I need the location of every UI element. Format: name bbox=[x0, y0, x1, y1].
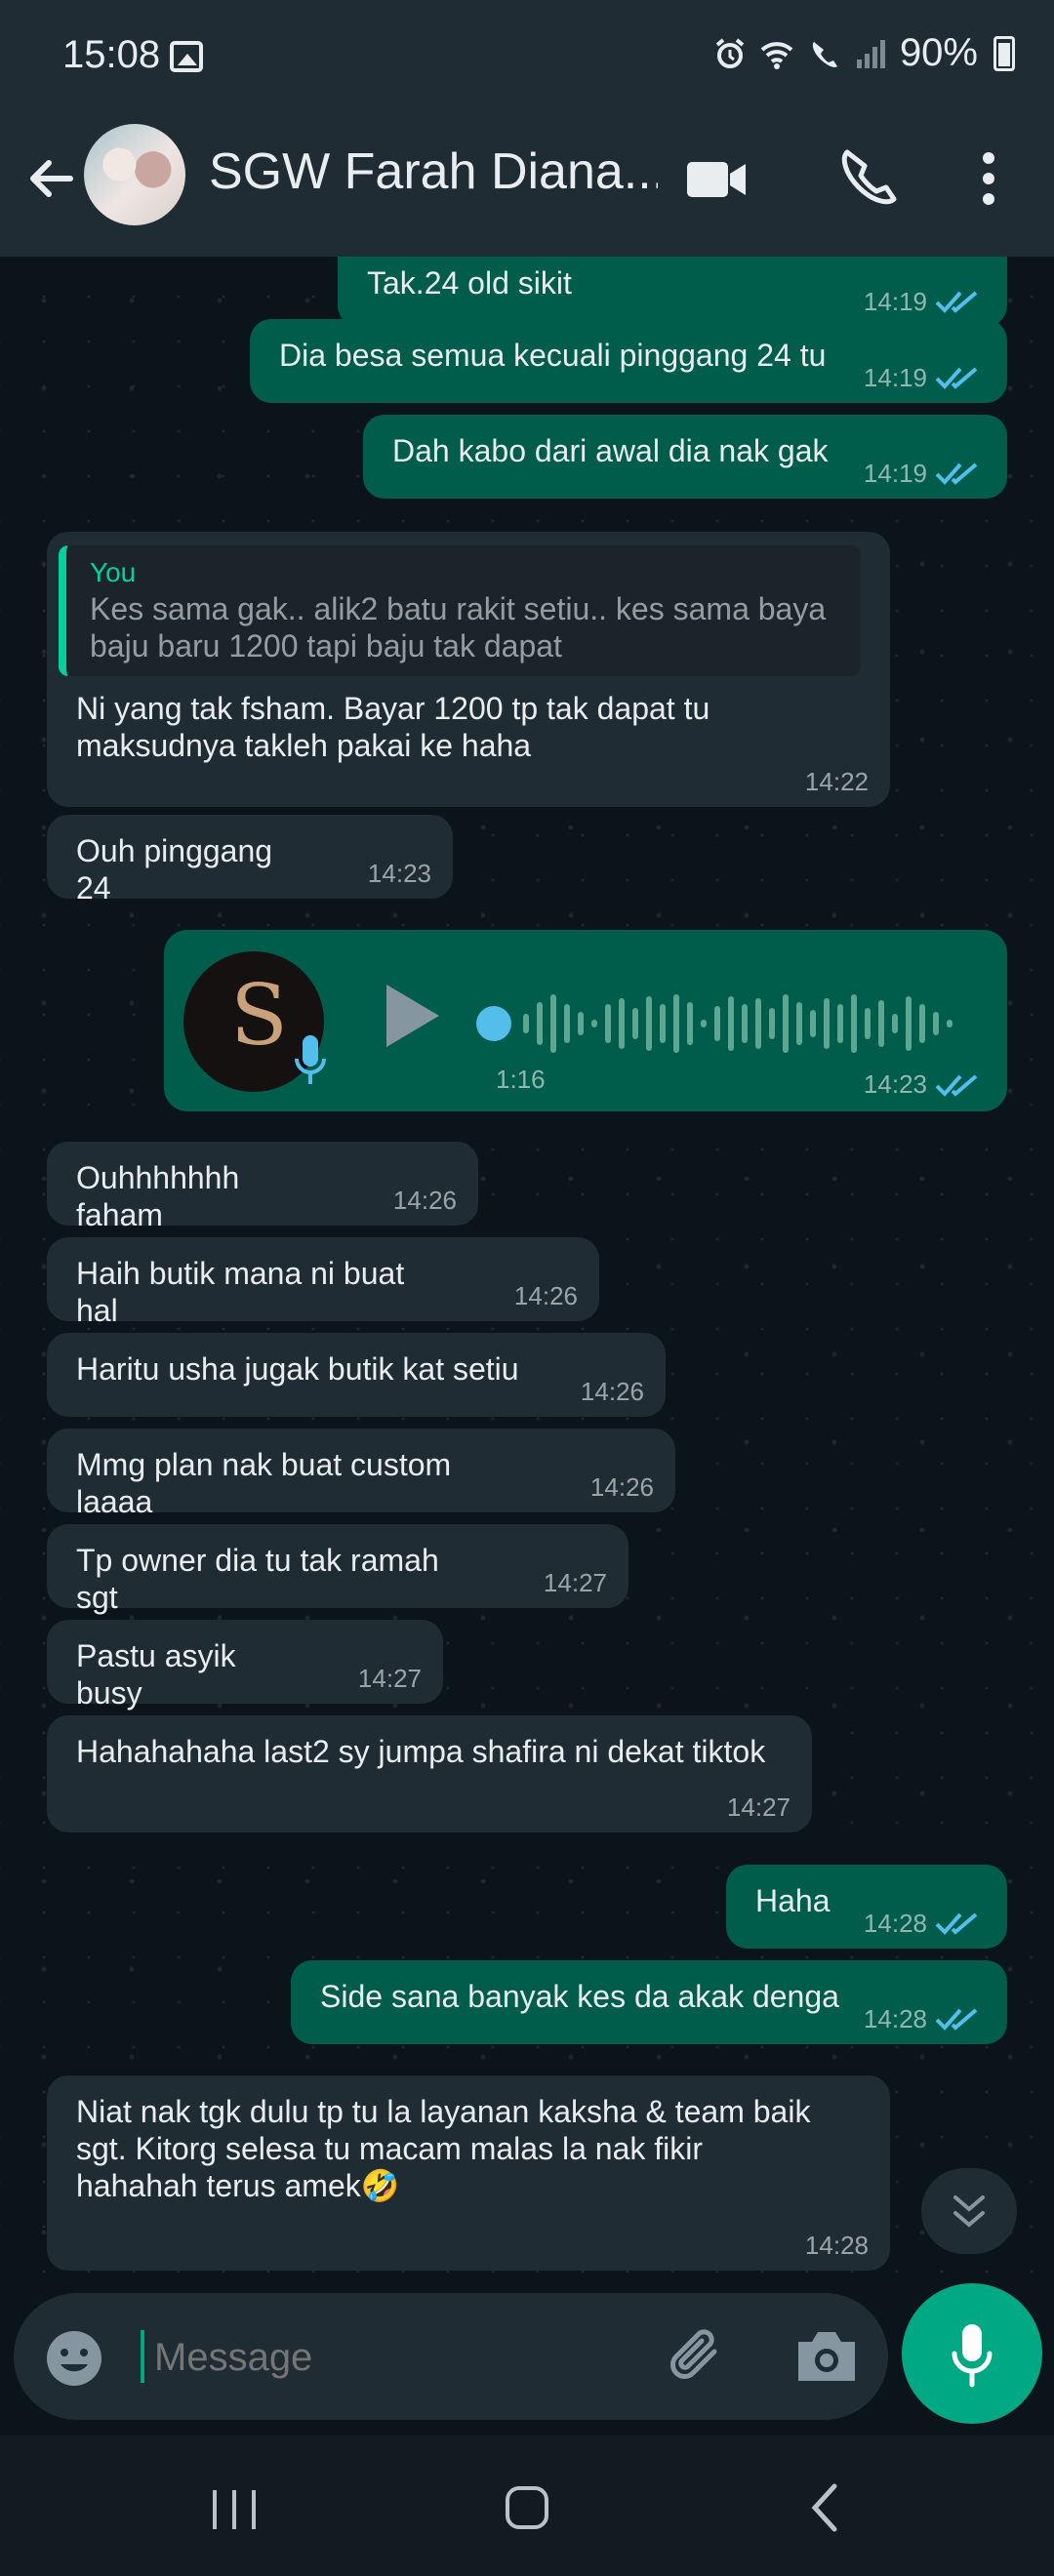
message-text: Pastu asyik busy bbox=[76, 1638, 236, 1711]
message-incoming[interactable]: Ouhhhhhhh faham 14:26 bbox=[47, 1142, 478, 1232]
message-text: Mmg plan nak buat custom laaaa bbox=[76, 1447, 452, 1519]
message-text: Tak.24 old sikit bbox=[367, 265, 572, 301]
message-incoming[interactable]: Hahahahaha last2 sy jumpa shafira ni dek… bbox=[47, 1715, 812, 1832]
emoji-icon[interactable] bbox=[43, 2327, 105, 2390]
battery-percent: 90% bbox=[899, 31, 978, 74]
message-text: Dah kabo dari awal dia nak gak bbox=[392, 433, 829, 468]
message-text: Haih butik mana ni buat hal bbox=[76, 1256, 405, 1328]
message-outgoing[interactable]: Side sana banyak kes da akak denga 14:28 bbox=[291, 1960, 1007, 2044]
message-incoming[interactable]: Tp owner dia tu tak ramah sgt 14:27 bbox=[47, 1524, 628, 1615]
message-time: 14:27 bbox=[726, 1792, 790, 1822]
back-arrow-icon[interactable] bbox=[21, 149, 80, 208]
message-time: 14:23 bbox=[863, 1069, 927, 1099]
message-outgoing[interactable]: Tak.24 old sikit 14:19 bbox=[338, 257, 1007, 327]
status-time: 15:08 bbox=[62, 33, 161, 76]
camera-icon[interactable] bbox=[792, 2324, 861, 2389]
message-time: 14:26 bbox=[580, 1377, 644, 1406]
voice-call-icon[interactable] bbox=[831, 144, 900, 213]
message-list[interactable]: Tak.24 old sikit 14:19 Dia besa semua ke… bbox=[0, 257, 1054, 2283]
read-ticks-icon bbox=[935, 1073, 978, 1097]
chat-header: SGW Farah Diana... bbox=[0, 115, 1054, 257]
message-time: 14:19 bbox=[863, 459, 927, 488]
status-bar: 15:08 90% bbox=[0, 0, 1054, 115]
message-composer bbox=[14, 2293, 888, 2420]
message-input[interactable] bbox=[154, 2330, 564, 2385]
voice-duration: 1:16 bbox=[496, 1065, 546, 1094]
read-ticks-icon bbox=[935, 291, 978, 313]
message-time: 14:26 bbox=[392, 1186, 457, 1215]
audio-waveform[interactable] bbox=[523, 975, 972, 1072]
back-nav-icon[interactable] bbox=[786, 2469, 864, 2547]
playback-position-handle[interactable] bbox=[476, 1006, 511, 1041]
battery-icon bbox=[993, 35, 1015, 71]
read-ticks-icon bbox=[935, 367, 978, 389]
more-options-icon[interactable] bbox=[954, 144, 1023, 213]
text-cursor bbox=[141, 2330, 144, 2383]
message-text: Dia besa semua kecuali pinggang 24 tu bbox=[279, 338, 827, 373]
message-time: 14:26 bbox=[513, 1281, 578, 1310]
wifi-call-icon bbox=[812, 41, 837, 67]
message-text: Tp owner dia tu tak ramah sgt bbox=[76, 1543, 439, 1615]
message-time: 14:27 bbox=[543, 1568, 607, 1597]
double-chevron-down-icon bbox=[953, 2195, 985, 2228]
message-outgoing[interactable]: Haha 14:28 bbox=[726, 1865, 1007, 1949]
message-incoming[interactable]: Haih butik mana ni buat hal 14:26 bbox=[47, 1237, 599, 1328]
message-text: Side sana banyak kes da akak denga bbox=[320, 1979, 839, 2014]
video-call-icon[interactable] bbox=[683, 144, 751, 213]
quote-text: Kes sama gak.. alik2 batu rakit setiu.. … bbox=[90, 591, 827, 664]
message-text: Haritu usha jugak butik kat setiu bbox=[76, 1351, 519, 1387]
message-text: Ouh pinggang 24 bbox=[76, 833, 273, 906]
scroll-to-bottom-button[interactable] bbox=[921, 2168, 1017, 2254]
message-incoming[interactable]: Haritu usha jugak butik kat setiu 14:26 bbox=[47, 1333, 666, 1417]
message-outgoing[interactable]: Dah kabo dari awal dia nak gak 14:19 bbox=[363, 415, 1007, 499]
message-incoming-reply[interactable]: You Kes sama gak.. alik2 batu rakit seti… bbox=[47, 532, 890, 807]
message-time: 14:26 bbox=[589, 1472, 654, 1502]
mic-icon bbox=[952, 2324, 993, 2388]
quoted-message[interactable]: You Kes sama gak.. alik2 batu rakit seti… bbox=[59, 545, 861, 676]
quote-author: You bbox=[90, 557, 137, 587]
signal-icon bbox=[856, 39, 885, 68]
system-nav-bar bbox=[0, 2435, 1054, 2576]
gallery-notification-icon bbox=[170, 41, 203, 72]
play-icon[interactable] bbox=[386, 985, 439, 1047]
voice-message[interactable]: S 1:16 14:23 bbox=[164, 930, 1007, 1111]
status-icons: 90% bbox=[712, 31, 1015, 75]
message-text: Hahahahaha last2 sy jumpa shafira ni dek… bbox=[76, 1734, 766, 1769]
read-ticks-icon bbox=[935, 2008, 978, 2031]
home-icon[interactable] bbox=[488, 2469, 566, 2547]
contact-name[interactable]: SGW Farah Diana... bbox=[209, 142, 658, 201]
message-outgoing[interactable]: Dia besa semua kecuali pinggang 24 tu 14… bbox=[250, 319, 1007, 403]
attach-icon[interactable] bbox=[664, 2322, 734, 2393]
voice-record-button[interactable] bbox=[902, 2283, 1042, 2424]
message-text: Niat nak tgk dulu tp tu la layanan kaksh… bbox=[76, 2094, 811, 2203]
message-incoming[interactable]: Niat nak tgk dulu tp tu la layanan kaksh… bbox=[47, 2075, 890, 2271]
recent-apps-icon[interactable] bbox=[195, 2469, 273, 2547]
message-time: 14:19 bbox=[863, 363, 927, 392]
message-time: 14:27 bbox=[357, 1664, 422, 1693]
message-incoming[interactable]: Mmg plan nak buat custom laaaa 14:26 bbox=[47, 1429, 675, 1519]
wifi-icon bbox=[760, 41, 793, 69]
contact-avatar[interactable] bbox=[84, 124, 185, 225]
message-text: Ni yang tak fsham. Bayar 1200 tp tak dap… bbox=[76, 691, 710, 763]
message-text: Ouhhhhhhh faham bbox=[76, 1160, 240, 1232]
message-time: 14:22 bbox=[804, 767, 869, 796]
alarm-icon bbox=[715, 37, 745, 68]
voice-mic-icon bbox=[295, 1035, 326, 1084]
message-incoming[interactable]: Ouh pinggang 24 14:23 bbox=[47, 815, 453, 906]
message-text: Haha bbox=[755, 1883, 831, 1918]
message-incoming[interactable]: Pastu asyik busy 14:27 bbox=[47, 1620, 443, 1711]
message-time: 14:28 bbox=[804, 2231, 869, 2260]
message-time: 14:28 bbox=[863, 2004, 927, 2033]
message-time: 14:23 bbox=[367, 859, 431, 888]
read-ticks-icon bbox=[935, 1912, 978, 1935]
message-time: 14:28 bbox=[863, 1909, 927, 1938]
message-time: 14:19 bbox=[863, 287, 927, 316]
read-ticks-icon bbox=[935, 463, 978, 485]
